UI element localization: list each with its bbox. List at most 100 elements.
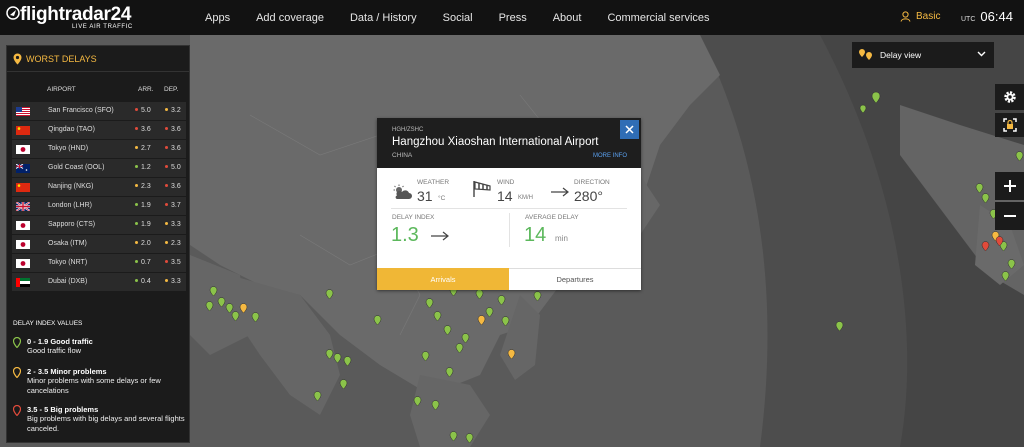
arrivals-index: 1.9 [141,202,151,209]
delay-view-dropdown[interactable]: Delay view [852,42,994,68]
delay-row-arrivals: 2.3 [135,183,151,190]
legend-minor-range: 2 - 3.5 Minor problems [27,367,107,376]
departures-index: 3.6 [171,145,181,152]
delay-row[interactable]: London (LHR) 1.9 3.7 [12,197,186,216]
delay-row-arrivals: 1.9 [135,221,151,228]
col-airport: AIRPORT [47,86,76,93]
tab-arrivals[interactable]: Arrivals [377,268,509,290]
status-dot [135,240,138,244]
arrivals-index: 2.7 [141,145,151,152]
zoom-out-button[interactable] [995,202,1024,230]
chevron-down-icon [977,51,986,57]
delay-view-label: Delay view [880,50,922,60]
wind-speed-unit: KM/H [518,195,533,201]
delay-row[interactable]: Gold Coast (OOL) 1.2 5.0 [12,159,186,178]
delay-row-departures: 3.5 [165,259,181,266]
departures-index: 2.3 [171,240,181,247]
yellow-pin-icon [13,367,21,378]
nav-about[interactable]: About [553,12,582,24]
windsock-icon [473,181,491,197]
departures-index: 5.0 [171,164,181,171]
delay-view-icon [859,49,872,60]
nav-social[interactable]: Social [443,12,473,24]
delay-row[interactable]: Sapporo (CTS) 1.9 3.3 [12,216,186,235]
close-card-button[interactable] [620,120,639,139]
nav-commercial-services[interactable]: Commercial services [607,12,709,24]
delay-row-departures: 3.7 [165,202,181,209]
airport-card-header: HGH/ZSHC Hangzhou Xiaoshan International… [377,118,641,168]
legend-good-range: 0 - 1.9 Good traffic [27,337,93,346]
more-info-link[interactable]: MORE INFO [593,153,627,159]
nav-apps[interactable]: Apps [205,12,230,24]
delay-row-airport: Sapporo (CTS) [48,221,96,228]
delay-row-airport: Osaka (ITM) [48,240,87,247]
delay-row-airport: Dubai (DXB) [48,278,88,285]
nav-press[interactable]: Press [499,12,527,24]
settings-button[interactable] [995,84,1024,110]
col-departures: DEP. [164,86,179,93]
red-pin-icon [13,405,21,416]
arrow-right-icon [551,187,569,197]
delay-row-departures: 3.3 [165,221,181,228]
departures-index: 3.5 [171,259,181,266]
temperature-unit: °C [438,195,446,202]
plus-icon [1003,180,1016,192]
legend-big-desc: Big problems with big delays and several… [27,414,185,433]
airport-code: HGH/ZSHC [392,127,424,133]
legend-item-minor: 2 - 3.5 Minor problems Minor problems wi… [13,367,188,405]
flightradar24-logo[interactable]: flightradar24 LIVE AIR TRAFFIC [6,3,138,33]
flag-icon [16,107,30,116]
arrivals-index: 2.0 [141,240,151,247]
delay-row[interactable]: Dubai (DXB) 0.4 3.3 [12,273,186,292]
utc-label: UTC [961,16,976,23]
status-dot [135,107,138,111]
delay-row-departures: 3.6 [165,126,181,133]
delay-row-departures: 2.3 [165,240,181,247]
delay-row-arrivals: 3.6 [135,126,151,133]
account-button[interactable]: Basic [900,11,940,22]
legend-item-good: 0 - 1.9 Good traffic Good traffic flow [13,337,188,367]
delay-row[interactable]: Nanjing (NKG) 2.3 3.6 [12,178,186,197]
flag-icon [16,278,30,287]
delay-row[interactable]: Tokyo (NRT) 0.7 3.5 [12,254,186,273]
delay-row-arrivals: 1.9 [135,202,151,209]
temperature-value: 31 [417,188,433,204]
status-dot [165,164,168,168]
fullscreen-lock-icon [1002,118,1017,132]
status-dot [165,278,168,282]
arrivals-index: 2.3 [141,183,151,190]
status-dot [135,221,138,225]
direction-value: 280° [574,188,603,204]
status-dot [165,221,168,225]
flag-icon [16,164,30,173]
legend-good-desc: Good traffic flow [27,346,82,355]
delay-row[interactable]: Tokyo (HND) 2.7 3.6 [12,140,186,159]
utc-clock: UTC 06:44 [961,9,1013,24]
delay-row[interactable]: Osaka (ITM) 2.0 2.3 [12,235,186,254]
card-vertical-divider [509,213,510,247]
nav-add-coverage[interactable]: Add coverage [256,12,324,24]
delay-row[interactable]: Qingdao (TAO) 3.6 3.6 [12,121,186,140]
airport-name: Hangzhou Xiaoshan International Airport [392,136,599,148]
close-icon [625,125,634,134]
account-plan-label: Basic [916,11,941,22]
main-menu: Apps Add coverage Data / History Social … [205,0,710,35]
departures-index: 3.3 [171,278,181,285]
delay-row-arrivals: 5.0 [135,107,151,114]
zoom-in-button[interactable] [995,172,1024,200]
logo-tagline: LIVE AIR TRAFFIC [72,24,133,30]
delay-row-departures: 3.6 [165,145,181,152]
status-dot [165,202,168,206]
delay-row-departures: 3.3 [165,278,181,285]
arrivals-index: 1.9 [141,221,151,228]
filter-button[interactable] [995,113,1024,137]
card-tabs: Arrivals Departures [377,268,641,290]
worst-delays-header[interactable]: WORST DELAYS [7,46,189,72]
direction-label: DIRECTION [574,179,610,186]
logo-wordmark: flightradar24 [20,4,132,25]
delay-row[interactable]: San Francisco (SFO) 5.0 3.2 [12,102,186,121]
average-delay-value: 14 [524,224,547,246]
status-dot [165,240,168,244]
nav-data-history[interactable]: Data / History [350,12,417,24]
tab-departures[interactable]: Departures [509,268,641,290]
